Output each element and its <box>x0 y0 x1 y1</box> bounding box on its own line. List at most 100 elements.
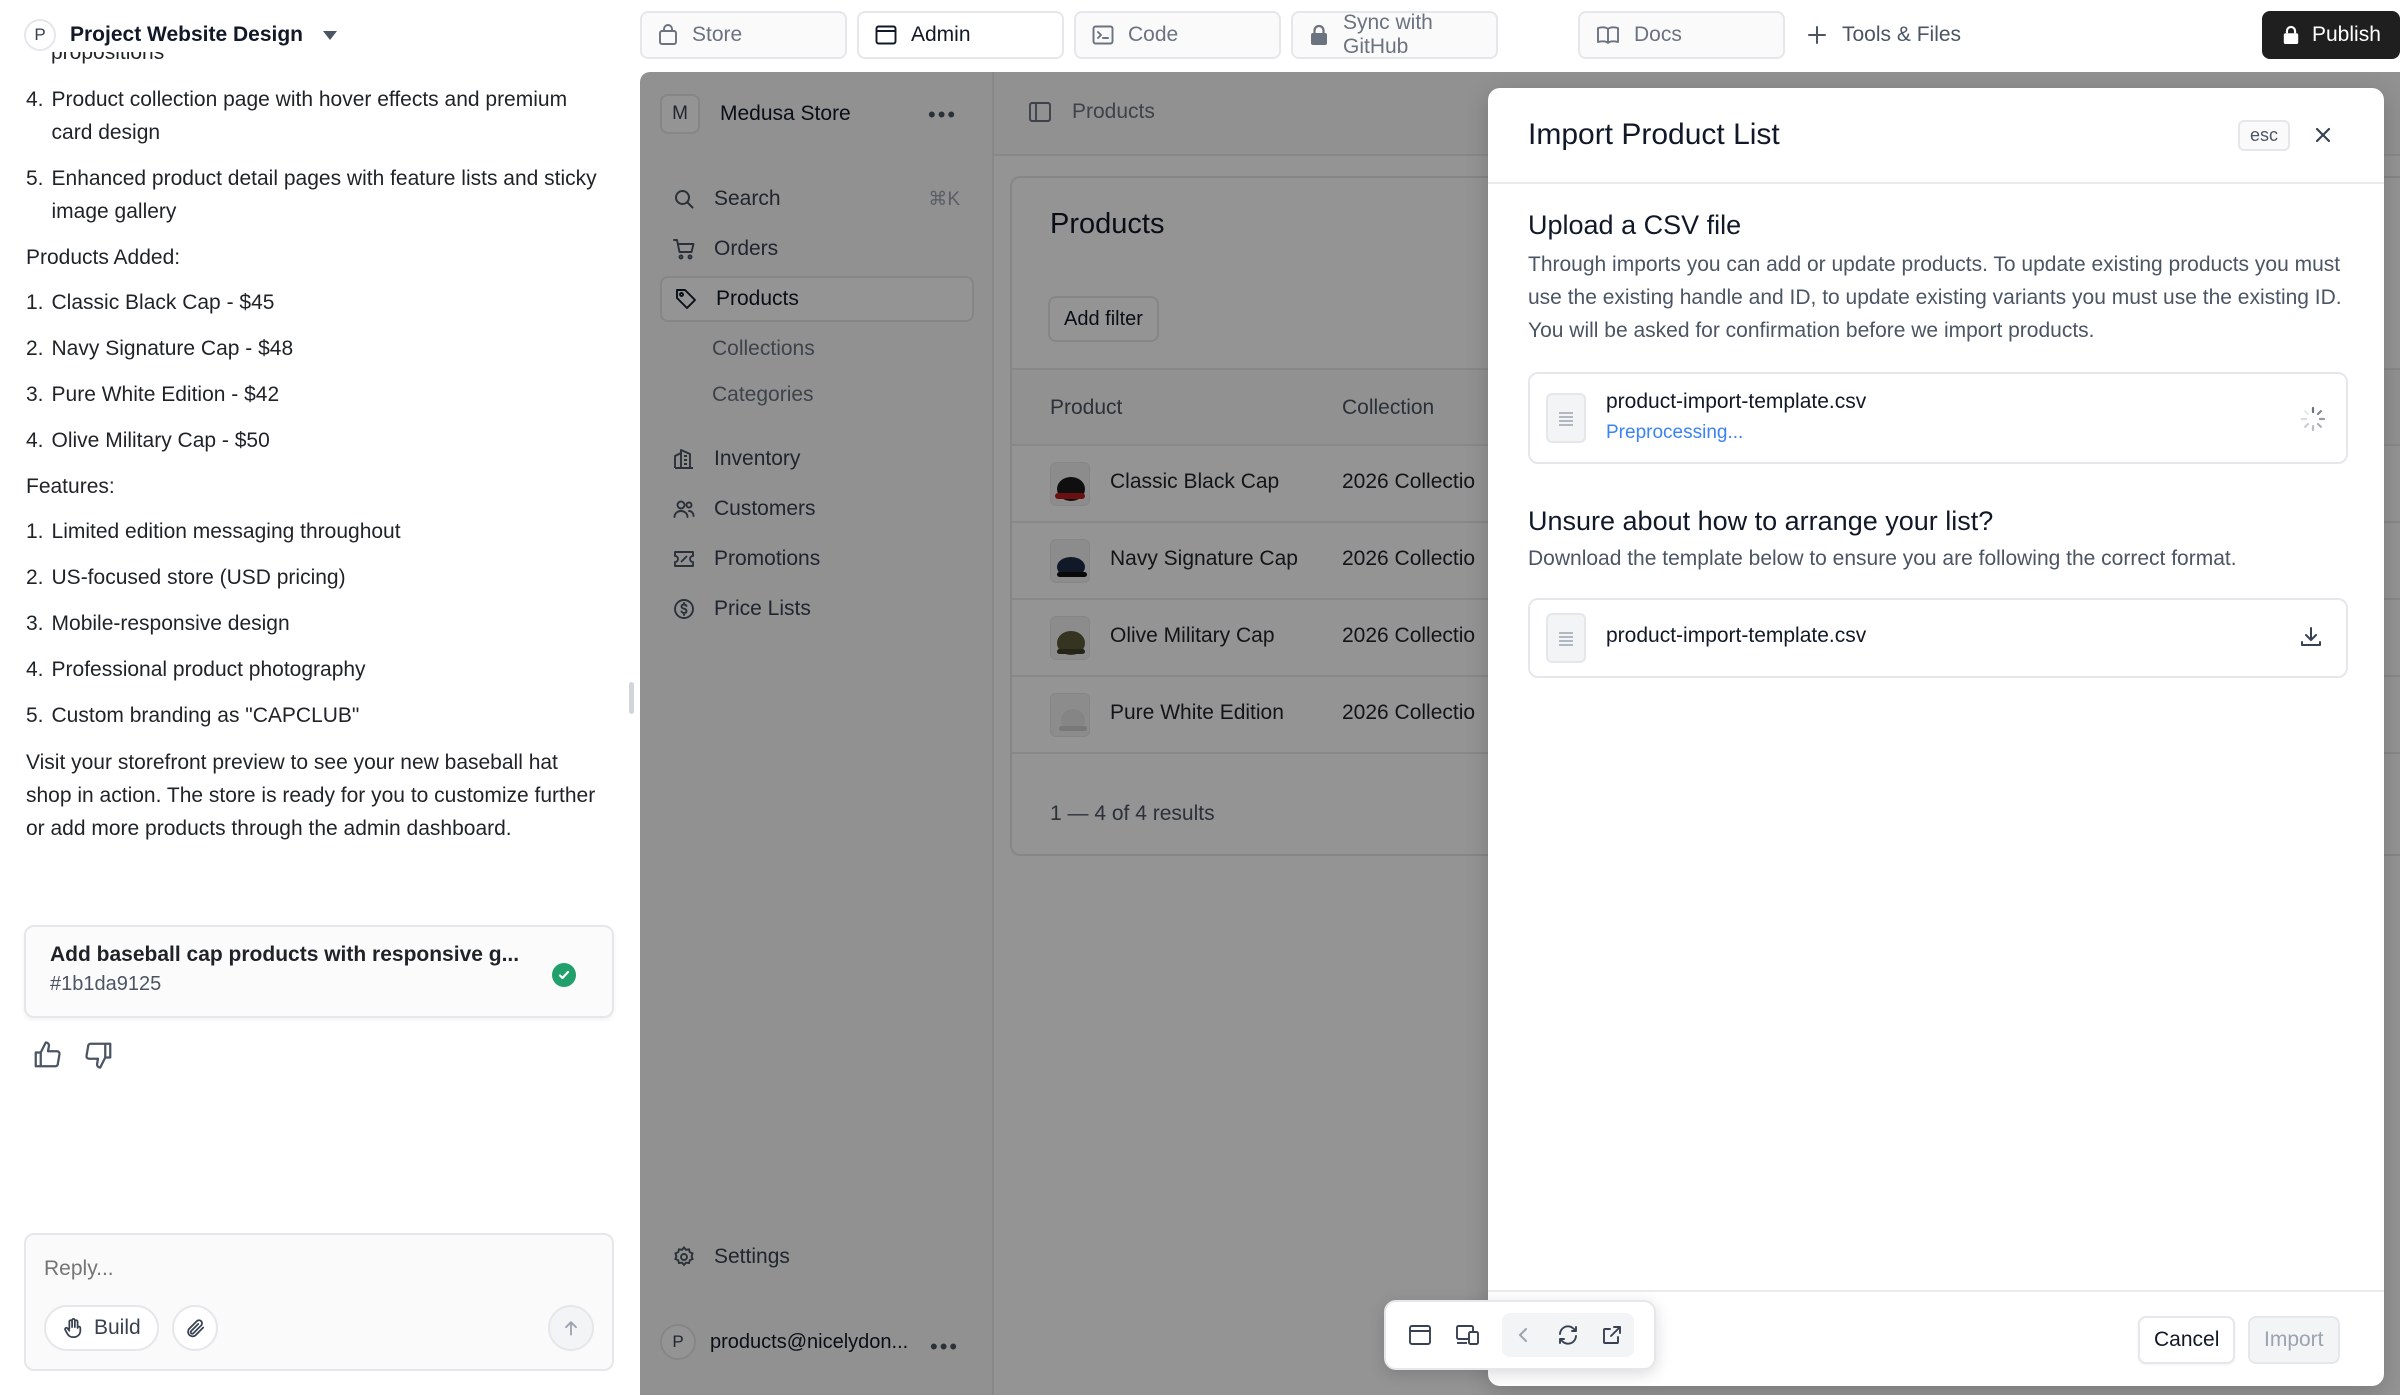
send-button[interactable] <box>548 1305 594 1351</box>
sidebar-item-products[interactable]: Products <box>660 276 974 322</box>
add-filter-button[interactable]: Add filter <box>1048 296 1159 342</box>
arrow-up-icon <box>561 1318 581 1338</box>
list-text: Mobile-responsive design <box>51 612 290 635</box>
product-name: Navy Signature Cap <box>1110 547 1298 570</box>
thumbs-up-icon[interactable] <box>32 1040 62 1070</box>
column-header-collection[interactable]: Collection <box>1342 396 1434 420</box>
tab-docs[interactable]: Docs <box>1578 11 1785 59</box>
list-text: Navy Signature Cap - $48 <box>51 337 294 360</box>
sidebar-item-inventory[interactable]: Inventory <box>660 436 974 482</box>
list-text: Enhanced product detail pages with featu… <box>51 167 597 223</box>
page-title: Products <box>1050 208 1165 240</box>
terminal-icon <box>1092 25 1114 45</box>
tab-store[interactable]: Store <box>640 11 847 59</box>
list-number: 4. <box>26 88 44 111</box>
store-avatar: M <box>660 94 700 134</box>
cancel-button[interactable]: Cancel <box>2138 1316 2236 1364</box>
close-icon[interactable] <box>2310 122 2336 148</box>
drawer-header: Import Product List esc <box>1488 88 2384 184</box>
download-icon[interactable] <box>2298 624 2324 650</box>
tools-files-label: Tools & Files <box>1842 23 1962 46</box>
build-button[interactable]: Build <box>44 1305 159 1351</box>
task-card[interactable]: Add baseball cap products with responsiv… <box>24 925 614 1018</box>
tab-admin[interactable]: Admin <box>857 11 1064 59</box>
chat-panel: P Project Website Design propositions 4.… <box>0 0 634 1395</box>
product-name: Pure White Edition <box>1110 701 1284 724</box>
list-number: 5. <box>26 167 44 190</box>
template-file-card[interactable]: product-import-template.csv <box>1528 598 2348 678</box>
lock-icon <box>1309 24 1329 46</box>
sidebar-item-label: Orders <box>714 237 779 260</box>
project-switcher[interactable]: P Project Website Design <box>24 18 338 52</box>
spinner-icon <box>2300 406 2326 432</box>
column-header-product[interactable]: Product <box>1050 396 1122 420</box>
steps-list: 4. Product collection page with hover eff… <box>26 83 606 228</box>
task-title: Add baseball cap products with responsiv… <box>50 943 520 966</box>
task-id: #1b1da9125 <box>50 973 162 995</box>
sidebar-item-customers[interactable]: Customers <box>660 486 974 532</box>
list-item: 1. Limited edition messaging throughout <box>26 515 606 548</box>
sidebar-item-categories[interactable]: Categories <box>660 372 974 418</box>
sidebar-item-label: Collections <box>712 337 815 360</box>
breadcrumb: Products <box>1028 100 1155 124</box>
list-number: 1. <box>26 291 44 314</box>
currency-icon <box>672 597 696 621</box>
sidebar-item-search[interactable]: Search ⌘K <box>660 176 974 222</box>
responsive-devices-icon[interactable] <box>1446 1313 1490 1357</box>
product-collection: 2026 Collectio <box>1342 547 1476 570</box>
hand-icon <box>62 1317 84 1339</box>
gear-icon <box>672 1245 696 1269</box>
sidebar-item-orders[interactable]: Orders <box>660 226 974 272</box>
list-number: 4. <box>26 429 44 452</box>
csv-file-icon <box>1546 393 1586 443</box>
tab-sync-github[interactable]: Sync with GitHub <box>1291 11 1498 59</box>
refresh-icon[interactable] <box>1546 1313 1590 1357</box>
sidebar-item-collections[interactable]: Collections <box>660 326 974 372</box>
reply-box: Build <box>24 1233 614 1371</box>
bag-icon <box>658 24 678 46</box>
sidebar-item-price-lists[interactable]: Price Lists <box>660 586 974 632</box>
csv-file-icon <box>1546 613 1586 663</box>
product-collection: 2026 Collectio <box>1342 701 1476 724</box>
product-name: Classic Black Cap <box>1110 470 1280 493</box>
upload-description: Through imports you can add or update pr… <box>1528 253 2342 342</box>
chat-text-fragment: propositions <box>51 52 165 64</box>
preview-toolbar <box>1384 1300 1656 1370</box>
sidebar-toggle-icon[interactable] <box>1028 101 1052 123</box>
project-name: Project Website Design <box>70 23 304 46</box>
reply-input[interactable] <box>44 1257 594 1281</box>
attach-button[interactable] <box>172 1305 218 1351</box>
user-menu[interactable]: P products@nicelydon... <box>660 1324 908 1360</box>
breadcrumb-item[interactable]: Products <box>1072 100 1155 124</box>
build-label: Build <box>94 1316 141 1339</box>
list-text: Classic Black Cap - $45 <box>51 291 275 314</box>
product-thumbnail <box>1050 693 1090 737</box>
tab-code[interactable]: Code <box>1074 11 1281 59</box>
pagination-count: 1 — 4 of 4 results <box>1050 802 1215 825</box>
paperclip-icon <box>184 1317 206 1339</box>
publish-button[interactable]: Publish <box>2262 11 2400 59</box>
features-list: 1. Limited edition messaging throughout 2… <box>26 515 606 732</box>
store-name: Medusa Store <box>720 102 851 125</box>
external-link-icon[interactable] <box>1590 1313 1634 1357</box>
users-icon <box>672 497 696 521</box>
upload-file-card[interactable]: product-import-template.csv Preprocessin… <box>1528 372 2348 464</box>
panel-resize-handle[interactable] <box>629 682 634 714</box>
more-horizontal-icon[interactable]: ••• <box>928 102 957 128</box>
store-switcher[interactable]: M Medusa Store <box>660 94 851 134</box>
thumbs-down-icon[interactable] <box>84 1040 114 1070</box>
cart-icon <box>672 237 696 261</box>
book-icon <box>1596 25 1620 45</box>
sidebar-item-settings[interactable]: Settings <box>660 1234 974 1280</box>
chevron-left-icon[interactable] <box>1502 1313 1546 1357</box>
upload-file-name: product-import-template.csv <box>1606 390 1867 413</box>
window-icon[interactable] <box>1398 1313 1442 1357</box>
sidebar-item-promotions[interactable]: Promotions <box>660 536 974 582</box>
import-button[interactable]: Import <box>2248 1316 2340 1364</box>
list-item: 1. Classic Black Cap - $45 <box>26 286 606 319</box>
sidebar-item-label: Promotions <box>714 547 821 570</box>
check-circle-icon <box>552 963 576 987</box>
tools-files-button[interactable]: Tools & Files <box>1806 11 1961 59</box>
sidebar-item-label: Categories <box>712 383 814 406</box>
more-horizontal-icon[interactable]: ••• <box>930 1334 959 1360</box>
